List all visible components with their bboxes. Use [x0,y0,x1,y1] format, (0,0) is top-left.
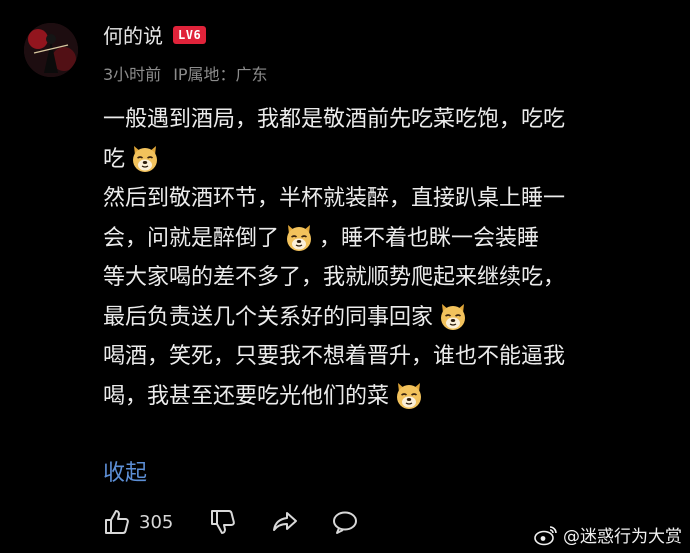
comment-text-line: 会，问就是醉倒了 ，睡不着也眯一会装睡 [103,219,668,259]
like-count: 305 [139,511,174,533]
comment-text-segment: 一般遇到酒局，我都是敬酒前先吃菜吃饱，吃吃 [103,107,566,132]
comment-bubble-icon [333,511,358,534]
comment-text-segment: 最后负责送几个关系好的同事回家 [103,304,434,330]
doge-emoji-icon [441,304,466,331]
action-bar: 305 [103,508,359,536]
ip-location: IP属地：广东 [173,65,268,84]
doge-emoji-icon [397,383,422,410]
comment-text-line: 等大家喝的差不多了，我就顺势爬起来继续吃， [103,258,668,298]
comment-text-line: 吃 [103,140,668,180]
doge-emoji-icon [287,225,312,252]
watermark-text: @迷惑行为大赏 [563,527,682,547]
avatar[interactable] [24,23,78,77]
timestamp: 3小时前 [103,65,162,84]
like-button[interactable]: 305 [103,508,173,536]
dislike-button[interactable] [209,508,237,536]
doge-emoji-icon [133,146,158,173]
comment-text-segment: 等大家喝的差不多了，我就顺势爬起来继续吃， [103,265,566,290]
share-button[interactable] [271,508,299,536]
reply-button[interactable] [331,508,359,536]
comment-text-segment: 然后到敬酒环节，半杯就装醉，直接趴桌上睡一 [103,186,566,211]
weibo-logo-icon [534,525,557,545]
level-badge: LV6 [173,25,207,44]
comment-body: 一般遇到酒局，我都是敬酒前先吃菜吃饱，吃吃吃然后到敬酒环节，半杯就装醉，直接趴桌… [103,100,668,416]
comment-text-line: 最后负责送几个关系好的同事回家 [103,298,668,338]
comment-text-segment: 吃 [103,146,126,172]
username[interactable]: 何的说 [103,20,163,49]
comment-text-line: 一般遇到酒局，我都是敬酒前先吃菜吃饱，吃吃 [103,100,668,140]
thumbs-down-icon [211,510,236,534]
comment-text-segment: 喝，我甚至还要吃光他们的菜 [103,383,390,409]
comment-header: 何的说 LV6 [103,20,207,49]
avatar-image-icon [24,23,78,77]
comment-text-segment: 喝酒，笑死，只要我不想着晋升，谁也不能逼我 [103,344,566,369]
collapse-link[interactable]: 收起 [103,455,147,487]
comment-text-segment: 会，问就是醉倒了 [103,225,280,251]
share-icon [273,512,298,531]
comment-text-line: 喝酒，笑死，只要我不想着晋升，谁也不能逼我 [103,337,668,377]
comment-meta: 3小时前 IP属地：广东 [103,61,268,85]
comment-text-line: 喝，我甚至还要吃光他们的菜 [103,377,668,417]
comment-text-segment: ，睡不着也眯一会装睡 [319,225,540,251]
watermark: @迷惑行为大赏 [533,522,682,547]
comment-text-line: 然后到敬酒环节，半杯就装醉，直接趴桌上睡一 [103,179,668,219]
thumbs-up-icon [105,510,129,534]
